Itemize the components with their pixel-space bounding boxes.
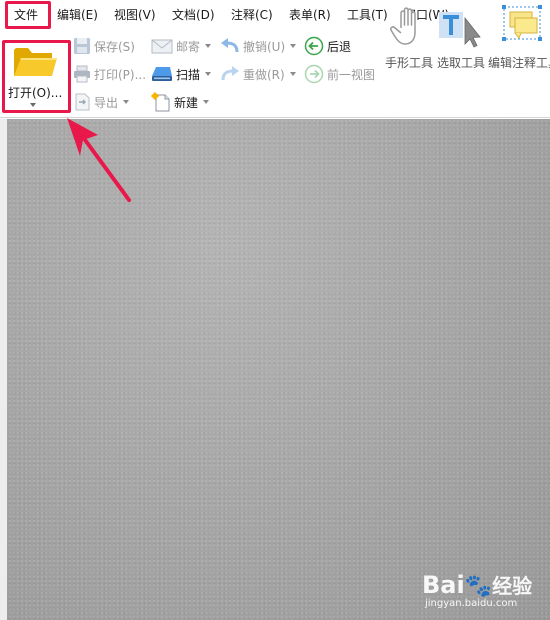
baidu-watermark-url: jingyan.baidu.com: [425, 598, 518, 609]
baidu-watermark-logo: Bai🐾经验: [422, 570, 532, 599]
red-arrow-annotation: [67, 118, 131, 202]
baidu-logo-cn: 经验: [492, 574, 533, 598]
paw-icon: 🐾: [464, 574, 493, 599]
baidu-logo-text: Bai: [422, 571, 465, 599]
